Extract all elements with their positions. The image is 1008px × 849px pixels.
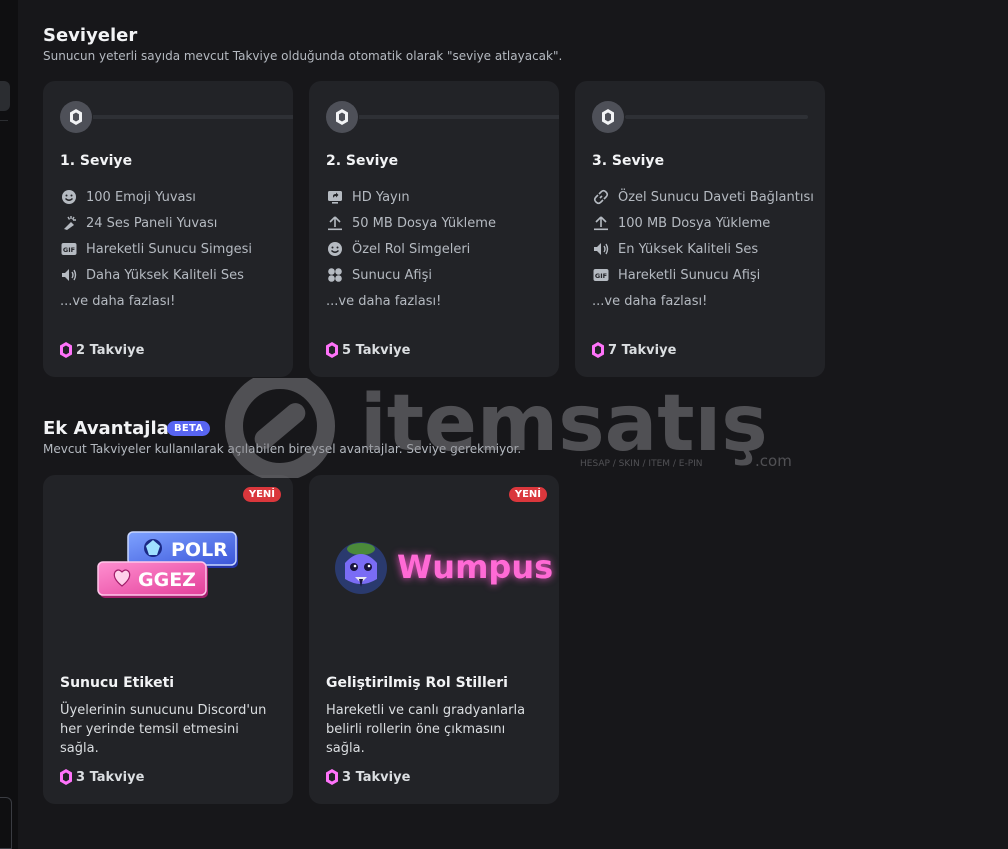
tier-name: 1. Seviye — [60, 153, 133, 169]
gif-icon: GIF — [592, 267, 609, 284]
perk-item: GIF Hareketli Sunucu Simgesi — [60, 239, 252, 259]
tier-name: 3. Seviye — [592, 153, 665, 169]
perk-label: 24 Ses Paneli Yuvası — [86, 215, 218, 231]
perk-item: 100 Emoji Yuvası — [60, 187, 196, 207]
beta-badge: BETA — [167, 421, 211, 436]
left-rail — [0, 0, 18, 849]
extras-title: Ek Avantajlar — [43, 418, 178, 439]
boost-cost-label: 3 Takviye — [342, 769, 411, 785]
link-icon — [592, 189, 609, 206]
speaker-icon — [592, 241, 609, 258]
boost-gem-icon — [60, 101, 92, 133]
boost-cost: 5 Takviye — [326, 340, 410, 360]
boost-gem-icon — [326, 769, 338, 785]
svg-text:GIF: GIF — [594, 272, 606, 280]
tier-card-1: 1. Seviye 100 Emoji Yuvası 24 Ses Paneli… — [43, 81, 293, 377]
boost-cost: 3 Takviye — [60, 767, 144, 787]
perk-label: Özel Rol Simgeleri — [352, 241, 471, 257]
perk-label: 100 MB Dosya Yükleme — [618, 215, 771, 231]
emoji-icon — [326, 241, 343, 258]
role-style-preview-name: Wumpus — [397, 548, 554, 586]
boost-cost-label: 2 Takviye — [76, 342, 145, 358]
rail-divider — [0, 120, 8, 121]
levels-title: Seviyeler — [43, 25, 138, 46]
perk-item: Sunucu Afişi — [326, 265, 432, 285]
upload-icon — [592, 215, 609, 232]
boost-cost: 3 Takviye — [326, 767, 410, 787]
soundboard-icon — [60, 215, 77, 232]
more-perks-text: ...ve daha fazlası! — [60, 293, 176, 309]
perk-label: En Yüksek Kaliteli Ses — [618, 241, 759, 257]
perk-item: 50 MB Dosya Yükleme — [326, 213, 496, 233]
boost-gem-icon — [326, 101, 358, 133]
boost-cost-label: 3 Takviye — [76, 769, 145, 785]
extras-subtitle: Mevcut Takviyeler kullanılarak açılabile… — [43, 442, 522, 456]
more-perks-text: ...ve daha fazlası! — [592, 293, 708, 309]
tier-progress-track — [93, 115, 293, 119]
tag-text-ggez: GGEZ — [138, 569, 196, 591]
perk-label: Hareketli Sunucu Simgesi — [86, 241, 252, 257]
card-title: Geliştirilmiş Rol Stilleri — [326, 675, 508, 691]
tag-text-polr: POLR — [171, 539, 228, 561]
boost-gem-icon — [60, 342, 72, 358]
perk-item: 24 Ses Paneli Yuvası — [60, 213, 217, 233]
speaker-icon — [60, 267, 77, 284]
boost-cost-label: 5 Takviye — [342, 342, 411, 358]
perk-label: Hareketli Sunucu Afişi — [618, 267, 761, 283]
wumpus-avatar — [331, 535, 391, 595]
tier-card-2: 2. Seviye HD Yayın 50 MB Dosya Yükleme Ö… — [309, 81, 559, 377]
perk-item: GIF Hareketli Sunucu Afişi — [592, 265, 760, 285]
svg-text:GIF: GIF — [62, 246, 74, 254]
perk-item: Özel Sunucu Daveti Bağlantısı — [592, 187, 814, 207]
perk-label: Daha Yüksek Kaliteli Ses — [86, 267, 244, 283]
perk-item: HD Yayın — [326, 187, 410, 207]
new-badge: YENİ — [242, 487, 281, 502]
new-badge: YENİ — [508, 487, 547, 502]
perk-item: Daha Yüksek Kaliteli Ses — [60, 265, 244, 285]
perk-item: En Yüksek Kaliteli Ses — [592, 239, 758, 259]
perk-label: HD Yayın — [352, 189, 410, 205]
tier-name: 2. Seviye — [326, 153, 399, 169]
tier-progress-track — [359, 115, 559, 119]
watermark-suffix: .com — [755, 452, 792, 470]
emoji-icon — [60, 189, 77, 206]
perk-label: 50 MB Dosya Yükleme — [352, 215, 496, 231]
card-description: Hareketli ve canlı gradyanlarla belirli … — [326, 703, 526, 756]
server-tag-card[interactable]: YENİ POLR GGEZ Sunucu Etiketi Üyelerinin… — [43, 475, 293, 804]
boost-gem-icon — [326, 342, 338, 358]
rail-bottom-panel[interactable] — [0, 797, 12, 849]
perk-label: 100 Emoji Yuvası — [86, 189, 196, 205]
boost-cost-label: 7 Takviye — [608, 342, 677, 358]
boost-gem-icon — [592, 101, 624, 133]
card-title: Sunucu Etiketi — [60, 675, 175, 691]
boost-gem-icon — [592, 342, 604, 358]
tier-card-3: 3. Seviye Özel Sunucu Daveti Bağlantısı … — [575, 81, 825, 377]
boost-gem-icon — [60, 769, 72, 785]
levels-subtitle: Sunucun yeterli sayıda mevcut Takviye ol… — [43, 49, 563, 63]
perk-item: Özel Rol Simgeleri — [326, 239, 470, 259]
boost-cost: 2 Takviye — [60, 340, 144, 360]
perk-label: Özel Sunucu Daveti Bağlantısı — [618, 189, 814, 205]
role-styles-card[interactable]: YENİ Wumpus Geliştirilmiş Rol Stilleri H… — [309, 475, 559, 804]
watermark-logo: itemsatış HESAP / SKIN / ITEM / E-PIN .c… — [225, 378, 792, 478]
watermark-tagline: HESAP / SKIN / ITEM / E-PIN — [580, 459, 703, 469]
rail-selection-indicator[interactable] — [0, 81, 10, 111]
gif-icon: GIF — [60, 241, 77, 258]
boost-cost: 7 Takviye — [592, 340, 676, 360]
server-tag-preview: POLR GGEZ — [97, 531, 238, 598]
grid-icon — [326, 267, 343, 284]
tier-progress-track — [625, 115, 808, 119]
perk-label: Sunucu Afişi — [352, 267, 432, 283]
upload-icon — [326, 215, 343, 232]
perk-item: 100 MB Dosya Yükleme — [592, 213, 770, 233]
more-perks-text: ...ve daha fazlası! — [326, 293, 442, 309]
screen-share-icon — [326, 189, 343, 206]
card-description: Üyelerinin sunucunu Discord'un her yerin… — [60, 703, 267, 756]
